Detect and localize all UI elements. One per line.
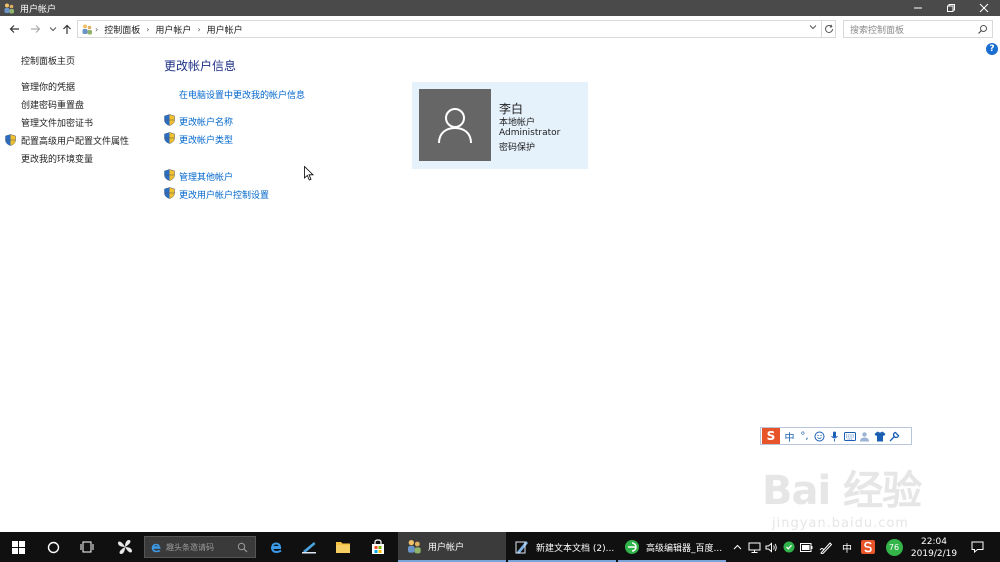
clock-time: 22:04 bbox=[921, 537, 947, 547]
link-change-account-name[interactable]: 更改帐户名称 bbox=[179, 115, 233, 128]
search-icon bbox=[237, 542, 248, 553]
perf-badge[interactable]: 76 bbox=[884, 532, 904, 562]
notepad-icon bbox=[515, 541, 528, 554]
uac-shield-icon bbox=[164, 169, 175, 181]
up-arrow-icon[interactable] bbox=[60, 21, 74, 37]
taskbar-task-label: 新建文本文档 (2)... bbox=[536, 543, 615, 554]
help-icon[interactable]: ? bbox=[986, 43, 998, 55]
taskbar-search-input[interactable]: 趣头条邀请码 bbox=[144, 536, 256, 558]
browser-360-icon bbox=[625, 540, 639, 554]
edge-search-icon bbox=[151, 543, 161, 553]
notepad-plus-icon[interactable] bbox=[296, 532, 322, 562]
sogou-tray-icon[interactable] bbox=[859, 532, 877, 562]
navigation-bar: › 控制面板 › 用户帐户 › 用户帐户 搜索控制面板 bbox=[0, 17, 1000, 41]
search-placeholder: 搜索控制面板 bbox=[850, 25, 905, 36]
chevron-right-icon: › bbox=[95, 24, 99, 34]
link-manage-other-accounts[interactable]: 管理其他帐户 bbox=[179, 170, 233, 183]
title-bar: 用户帐户 bbox=[0, 0, 1000, 16]
emoji-icon[interactable] bbox=[812, 428, 827, 444]
left-nav-control-panel-home[interactable]: 控制面板主页 bbox=[21, 54, 75, 67]
store-icon[interactable] bbox=[364, 532, 392, 562]
chevron-right-icon[interactable]: › bbox=[197, 25, 200, 34]
taskbar-task-label: 高级编辑器_百度... bbox=[646, 543, 723, 554]
uac-shield-icon bbox=[164, 132, 175, 144]
close-button[interactable] bbox=[967, 0, 1000, 16]
ime-mode-toggle[interactable]: 中 bbox=[782, 428, 797, 444]
taskbar-task-label: 用户帐户 bbox=[428, 542, 465, 553]
taskbar: 趣头条邀请码 用户帐户 新建文本文档 (2)... 高级编辑器_百度... 中 … bbox=[0, 532, 1000, 562]
left-nav-create-reset-disk[interactable]: 创建密码重置盘 bbox=[21, 98, 84, 111]
restore-button[interactable] bbox=[934, 0, 967, 16]
baidu-watermark: Bai 经验 jingyan.baidu.com bbox=[762, 458, 922, 531]
taskbar-task-advanced-editor[interactable]: 高级编辑器_百度... bbox=[618, 532, 726, 562]
address-dropdown-icon[interactable] bbox=[809, 23, 817, 32]
volume-icon[interactable] bbox=[763, 532, 779, 562]
network-icon[interactable] bbox=[746, 532, 762, 562]
left-nav-manage-certificates[interactable]: 管理文件加密证书 bbox=[21, 116, 93, 129]
keyboard-icon[interactable] bbox=[842, 428, 857, 444]
task-view-icon[interactable] bbox=[72, 532, 102, 562]
chevron-up-icon[interactable] bbox=[730, 532, 744, 562]
skin-icon[interactable] bbox=[872, 428, 887, 444]
refresh-icon[interactable] bbox=[822, 20, 836, 38]
watermark-url: jingyan.baidu.com bbox=[772, 516, 909, 531]
taskbar-task-text-document[interactable]: 新建文本文档 (2)... bbox=[508, 532, 616, 562]
microphone-icon[interactable] bbox=[827, 428, 842, 444]
back-arrow-icon[interactable] bbox=[7, 21, 21, 37]
window-title: 用户帐户 bbox=[20, 4, 57, 15]
users-icon bbox=[3, 2, 15, 14]
left-nav-manage-credentials[interactable]: 管理你的凭据 bbox=[21, 80, 75, 93]
link-uac-settings[interactable]: 更改用户帐户控制设置 bbox=[179, 188, 269, 201]
pen-ink-icon[interactable] bbox=[817, 532, 835, 562]
battery-icon[interactable] bbox=[798, 532, 814, 562]
tools-icon[interactable] bbox=[887, 428, 902, 444]
cortana-icon[interactable] bbox=[38, 532, 68, 562]
pinwheel-app-icon[interactable] bbox=[110, 532, 140, 562]
windows-start-icon[interactable] bbox=[0, 532, 36, 562]
sogou-logo[interactable]: S bbox=[762, 428, 780, 444]
chevron-right-icon[interactable]: › bbox=[146, 25, 149, 34]
taskbar-search-placeholder: 趣头条邀请码 bbox=[166, 542, 214, 552]
mouse-cursor-icon bbox=[304, 165, 314, 181]
notification-center-icon[interactable] bbox=[965, 532, 989, 562]
account-role: Administrator bbox=[499, 128, 561, 138]
account-type: 本地帐户 bbox=[499, 118, 536, 128]
taskbar-task-user-accounts[interactable]: 用户帐户 bbox=[398, 532, 506, 562]
uac-shield-icon bbox=[164, 187, 175, 199]
perf-badge-value: 76 bbox=[885, 538, 903, 556]
system-clock[interactable]: 22:04 2019/2/19 bbox=[908, 536, 960, 560]
account-card: 李白 本地帐户 Administrator 密码保护 bbox=[412, 82, 588, 169]
uac-shield-icon bbox=[5, 134, 16, 146]
left-nav-advanced-profile-properties[interactable]: 配置高级用户配置文件属性 bbox=[21, 134, 129, 147]
security-app-icon[interactable] bbox=[781, 532, 797, 562]
breadcrumb-control-panel[interactable]: 控制面板 bbox=[104, 23, 140, 36]
breadcrumb-user-accounts-current[interactable]: 用户帐户 bbox=[207, 23, 243, 36]
account-protection: 密码保护 bbox=[499, 143, 536, 153]
avatar bbox=[419, 89, 491, 161]
link-pc-settings-account[interactable]: 在电脑设置中更改我的帐户信息 bbox=[179, 88, 305, 101]
recent-locations-icon[interactable] bbox=[46, 21, 60, 37]
minimize-button[interactable] bbox=[901, 0, 934, 16]
user-avatar-icon bbox=[438, 108, 472, 144]
address-bar[interactable]: › 控制面板 › 用户帐户 › 用户帐户 bbox=[77, 20, 822, 38]
link-change-account-type[interactable]: 更改帐户类型 bbox=[179, 133, 233, 146]
punctuation-icon[interactable]: °, bbox=[797, 428, 812, 444]
users-icon bbox=[408, 540, 421, 554]
clock-date: 2019/2/19 bbox=[910, 549, 958, 559]
ime-toolbar: S 中 °, bbox=[760, 427, 912, 445]
search-icon[interactable] bbox=[977, 24, 988, 35]
forward-arrow-icon[interactable] bbox=[28, 21, 42, 37]
breadcrumb-user-accounts[interactable]: 用户帐户 bbox=[155, 23, 191, 36]
user-icon[interactable] bbox=[857, 428, 872, 444]
file-explorer-icon[interactable] bbox=[330, 532, 356, 562]
page-title: 更改帐户信息 bbox=[164, 59, 237, 73]
ime-mode-indicator[interactable]: 中 bbox=[838, 532, 856, 562]
watermark-brand: Bai 经验 bbox=[762, 468, 922, 514]
left-nav-environment-variables[interactable]: 更改我的环境变量 bbox=[21, 152, 93, 165]
control-panel-icon bbox=[81, 23, 93, 35]
search-input[interactable]: 搜索控制面板 bbox=[843, 20, 993, 38]
edge-browser-icon[interactable] bbox=[262, 532, 288, 562]
uac-shield-icon bbox=[164, 114, 175, 126]
